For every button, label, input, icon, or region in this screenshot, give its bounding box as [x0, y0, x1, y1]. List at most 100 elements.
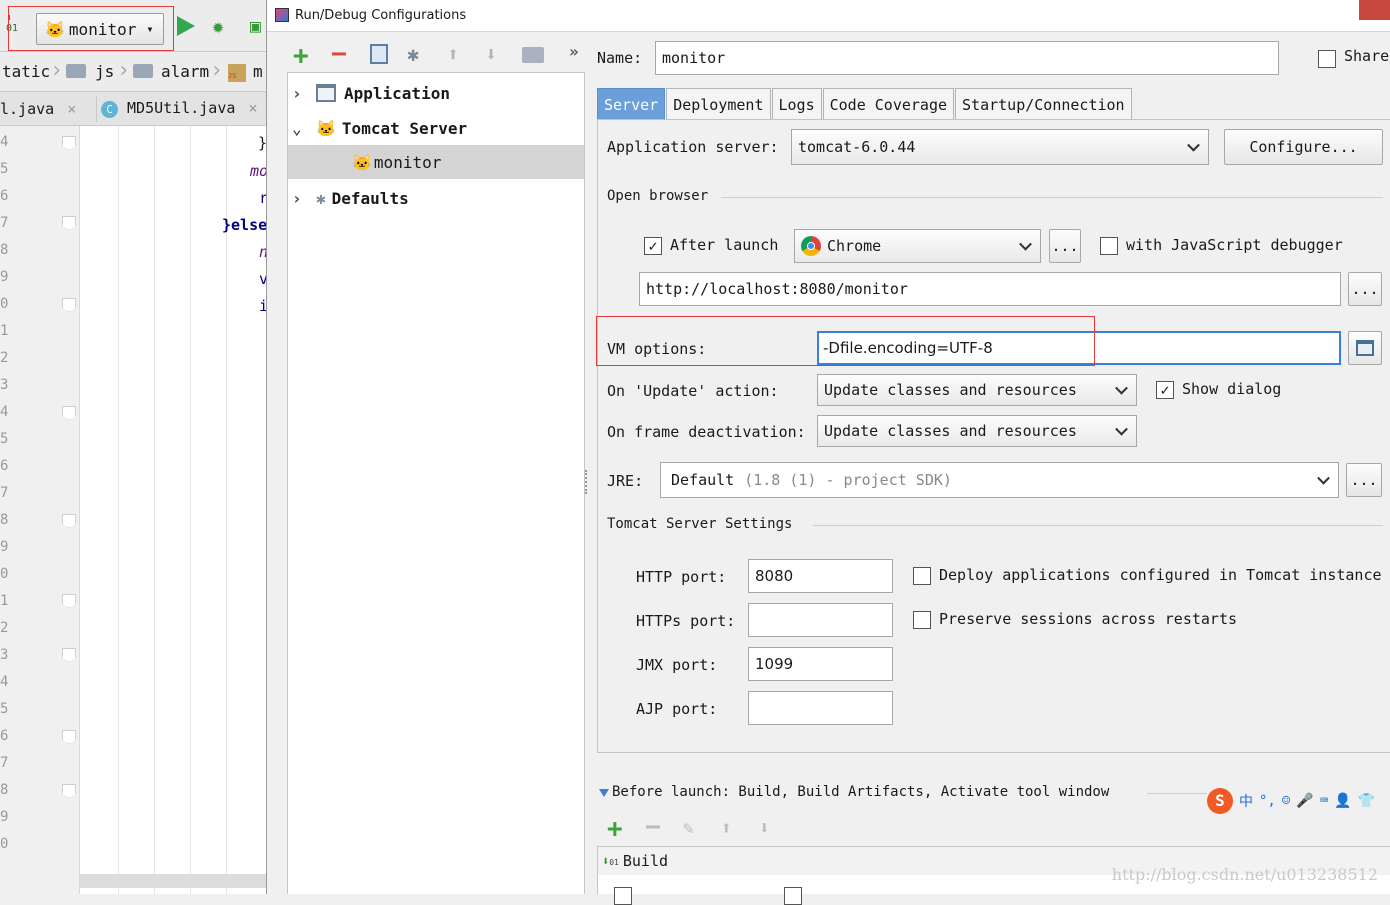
chevron-right-icon: › [210, 58, 224, 83]
js-debugger-checkbox[interactable] [1100, 237, 1118, 255]
tree-item-tomcat-server[interactable]: ⌄ 🐱 Tomcat Server [288, 111, 584, 145]
close-window-button[interactable] [1359, 0, 1390, 20]
configure-button[interactable]: Configure... [1224, 129, 1383, 165]
activate-tool-window-checkbox[interactable] [784, 887, 802, 905]
tab-file[interactable]: l.java × [0, 100, 76, 118]
fold-marker-icon[interactable] [62, 730, 76, 744]
tab-file-label: l.java [0, 100, 55, 118]
fold-marker-icon[interactable] [62, 648, 76, 662]
before-launch-label[interactable]: Before launch: Build, Build Artifacts, A… [612, 784, 1109, 800]
punctuation-icon[interactable]: °, [1259, 793, 1276, 809]
copy-icon[interactable] [370, 44, 388, 64]
coverage-icon[interactable]: ▣ [250, 16, 261, 37]
emoji-icon[interactable]: ☺ [1282, 793, 1290, 809]
tab-logs[interactable]: Logs [771, 88, 822, 120]
breadcrumb-item[interactable]: tatic [2, 62, 50, 81]
highlight-box [8, 6, 174, 51]
after-launch-checkbox[interactable]: ✓ [644, 237, 662, 255]
microphone-icon[interactable]: 🎤 [1296, 793, 1313, 809]
remove-icon[interactable]: − [331, 41, 347, 67]
url-browse-button[interactable]: ... [1348, 272, 1382, 306]
fold-marker-icon[interactable] [62, 784, 76, 798]
update-action-label: On 'Update' action: [607, 382, 779, 400]
browse-browser-button[interactable]: ... [1049, 229, 1081, 263]
preserve-sessions-checkbox[interactable] [913, 611, 931, 629]
debug-icon[interactable]: ✹ [212, 14, 224, 38]
fold-marker-icon[interactable] [62, 298, 76, 312]
fold-marker-icon[interactable] [62, 406, 76, 420]
jre-hint: (1.8 (1) - project SDK) [744, 471, 952, 489]
wrench-icon[interactable]: ✱ [407, 44, 419, 64]
url-input[interactable]: http://localhost:8080/monitor [639, 272, 1341, 306]
jre-select[interactable]: Default (1.8 (1) - project SDK) [660, 462, 1339, 498]
shirt-icon[interactable]: 👕 [1358, 793, 1375, 809]
horizontal-scrollbar[interactable] [80, 874, 266, 888]
tree-item-label: Defaults [331, 188, 409, 208]
move-up-task-icon[interactable]: ⬆ [721, 820, 732, 838]
line-number: 9 [0, 809, 9, 825]
tree-item-monitor[interactable]: 🐱 monitor [288, 145, 584, 179]
tree-item-label: monitor [373, 152, 442, 172]
share-checkbox[interactable] [1318, 50, 1336, 68]
divider [1147, 793, 1207, 794]
add-icon[interactable]: + [293, 43, 309, 69]
tab-file[interactable]: C MD5Util.java × [96, 96, 261, 122]
breadcrumb-item[interactable]: m [253, 62, 263, 81]
breadcrumb-item[interactable]: alarm [161, 62, 209, 81]
edit-task-icon[interactable]: ✎ [683, 820, 694, 838]
ime-mode-label[interactable]: 中 [1239, 791, 1253, 811]
add-task-icon[interactable]: + [607, 816, 623, 842]
show-page-checkbox[interactable] [614, 887, 632, 905]
close-icon[interactable]: × [67, 100, 76, 118]
browser-select[interactable]: Chrome [794, 229, 1041, 263]
fold-marker-icon[interactable] [62, 594, 76, 608]
chevron-right-icon: › [50, 58, 64, 83]
frame-deactivation-select[interactable]: Update classes and resources [817, 415, 1137, 447]
line-number: 8 [0, 242, 9, 258]
tab-server[interactable]: Server [597, 88, 666, 120]
more-icon[interactable]: » [569, 44, 579, 60]
breadcrumb-item[interactable]: js [95, 62, 114, 81]
collapse-triangle-icon[interactable] [599, 789, 609, 797]
js-file-icon: JS [228, 64, 246, 82]
move-down-icon[interactable]: ⬇ [485, 44, 497, 64]
tab-startup-connection[interactable]: Startup/Connection [955, 88, 1132, 120]
chrome-icon [801, 236, 821, 256]
close-icon[interactable]: × [248, 99, 257, 117]
fold-marker-icon[interactable] [62, 136, 76, 150]
code-editor[interactable]: 456789012345678901234567890 } mo r }else… [0, 126, 268, 894]
folder-icon[interactable] [522, 47, 544, 63]
http-port-input[interactable]: 8080 [748, 559, 893, 593]
deploy-checkbox[interactable] [913, 567, 931, 585]
list-item-label: Build [622, 852, 669, 870]
ajp-port-input[interactable] [748, 691, 893, 725]
tree-item-defaults[interactable]: › ✱ Defaults [288, 181, 584, 215]
tab-file-label: MD5Util.java [127, 99, 236, 117]
show-dialog-checkbox[interactable]: ✓ [1156, 381, 1174, 399]
tab-deployment[interactable]: Deployment [666, 88, 771, 120]
tree-item-application[interactable]: › Application [288, 76, 584, 110]
move-up-icon[interactable]: ⬆ [447, 44, 459, 64]
run-icon[interactable] [177, 16, 195, 36]
move-down-task-icon[interactable]: ⬇ [759, 820, 770, 838]
jre-browse-button[interactable]: ... [1346, 463, 1382, 497]
name-input[interactable]: monitor [655, 41, 1279, 75]
jmx-port-input[interactable]: 1099 [748, 647, 893, 681]
remove-task-icon[interactable]: − [645, 814, 661, 840]
jre-value: Default [671, 471, 735, 489]
expand-vm-options-button[interactable] [1348, 331, 1382, 365]
ime-toolbar[interactable]: S 中 °, ☺ 🎤 ⌨ 👤 👕 [1207, 786, 1390, 816]
fold-marker-icon[interactable] [62, 514, 76, 528]
config-tree[interactable]: › Application ⌄ 🐱 Tomcat Server 🐱 monito… [287, 72, 585, 894]
class-icon: C [101, 101, 118, 118]
user-icon[interactable]: 👤 [1334, 793, 1351, 809]
fold-marker-icon[interactable] [62, 216, 76, 230]
update-action-select[interactable]: Update classes and resources [817, 374, 1137, 406]
https-port-input[interactable] [748, 603, 893, 637]
tab-label: Startup/Connection [962, 95, 1125, 114]
tab-code-coverage[interactable]: Code Coverage [822, 88, 955, 120]
browser-value: Chrome [827, 237, 882, 255]
app-server-select[interactable]: tomcat-6.0.44 [791, 129, 1209, 165]
keyboard-icon[interactable]: ⌨ [1320, 793, 1328, 809]
splitter-grip[interactable] [585, 470, 589, 494]
